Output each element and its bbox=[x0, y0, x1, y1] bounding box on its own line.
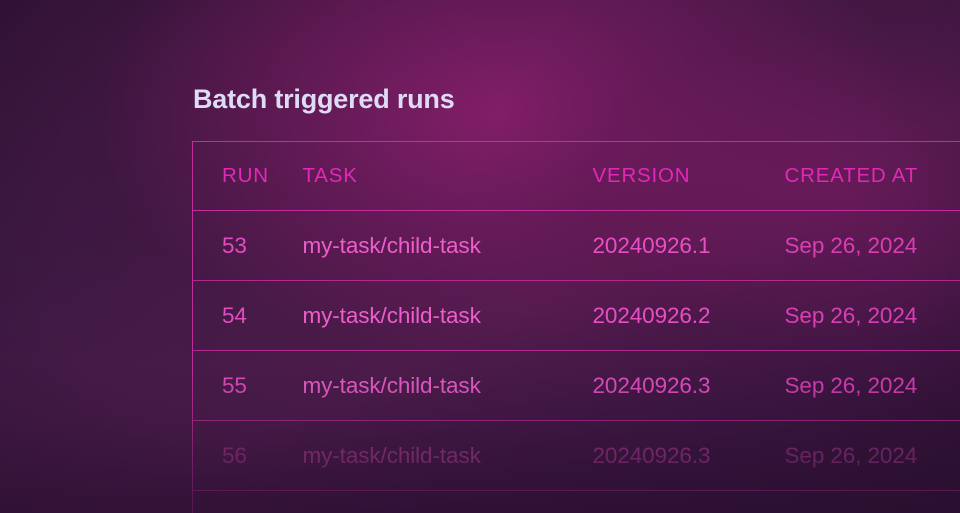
table-row[interactable]: 56 my-task/child-task 20240926.3 Sep 26,… bbox=[192, 420, 960, 491]
table-body: 53 my-task/child-task 20240926.1 Sep 26,… bbox=[192, 210, 960, 513]
cell-run: 54 bbox=[192, 280, 303, 351]
cell-run: 53 bbox=[192, 210, 303, 281]
cell-created-at bbox=[784, 490, 960, 513]
cell-created-at: Sep 26, 2024 bbox=[784, 420, 960, 491]
column-header-run[interactable]: RUN bbox=[192, 141, 303, 211]
cell-version: 20240926.3 bbox=[592, 350, 785, 421]
table-row[interactable] bbox=[192, 490, 960, 513]
table-row[interactable]: 54 my-task/child-task 20240926.2 Sep 26,… bbox=[192, 280, 960, 351]
column-header-task[interactable]: TASK bbox=[302, 141, 593, 211]
column-header-created-at[interactable]: CREATED AT bbox=[784, 141, 960, 211]
cell-version bbox=[592, 490, 785, 513]
cell-created-at: Sep 26, 2024 bbox=[784, 210, 960, 281]
table-row[interactable]: 53 my-task/child-task 20240926.1 Sep 26,… bbox=[192, 210, 960, 281]
column-header-version[interactable]: VERSION bbox=[592, 141, 785, 211]
cell-task: my-task/child-task bbox=[302, 280, 593, 351]
cell-task: my-task/child-task bbox=[302, 420, 593, 491]
cell-run bbox=[192, 490, 303, 513]
table-header: RUN TASK VERSION CREATED AT bbox=[192, 141, 960, 211]
cell-run: 56 bbox=[192, 420, 303, 491]
page-title: Batch triggered runs bbox=[193, 84, 455, 114]
table-row[interactable]: 55 my-task/child-task 20240926.3 Sep 26,… bbox=[192, 350, 960, 421]
table-header-row: RUN TASK VERSION CREATED AT bbox=[192, 141, 960, 211]
cell-created-at: Sep 26, 2024 bbox=[784, 350, 960, 421]
runs-table-container: RUN TASK VERSION CREATED AT 53 my-task/c… bbox=[192, 141, 960, 513]
cell-task bbox=[302, 490, 593, 513]
runs-table: RUN TASK VERSION CREATED AT 53 my-task/c… bbox=[192, 141, 960, 513]
cell-version: 20240926.3 bbox=[592, 420, 785, 491]
cell-version: 20240926.1 bbox=[592, 210, 785, 281]
cell-run: 55 bbox=[192, 350, 303, 421]
app-root: Batch triggered runs RUN TASK VERSION CR… bbox=[0, 0, 960, 513]
cell-task: my-task/child-task bbox=[302, 210, 593, 281]
cell-created-at: Sep 26, 2024 bbox=[784, 280, 960, 351]
cell-version: 20240926.2 bbox=[592, 280, 785, 351]
cell-task: my-task/child-task bbox=[302, 350, 593, 421]
